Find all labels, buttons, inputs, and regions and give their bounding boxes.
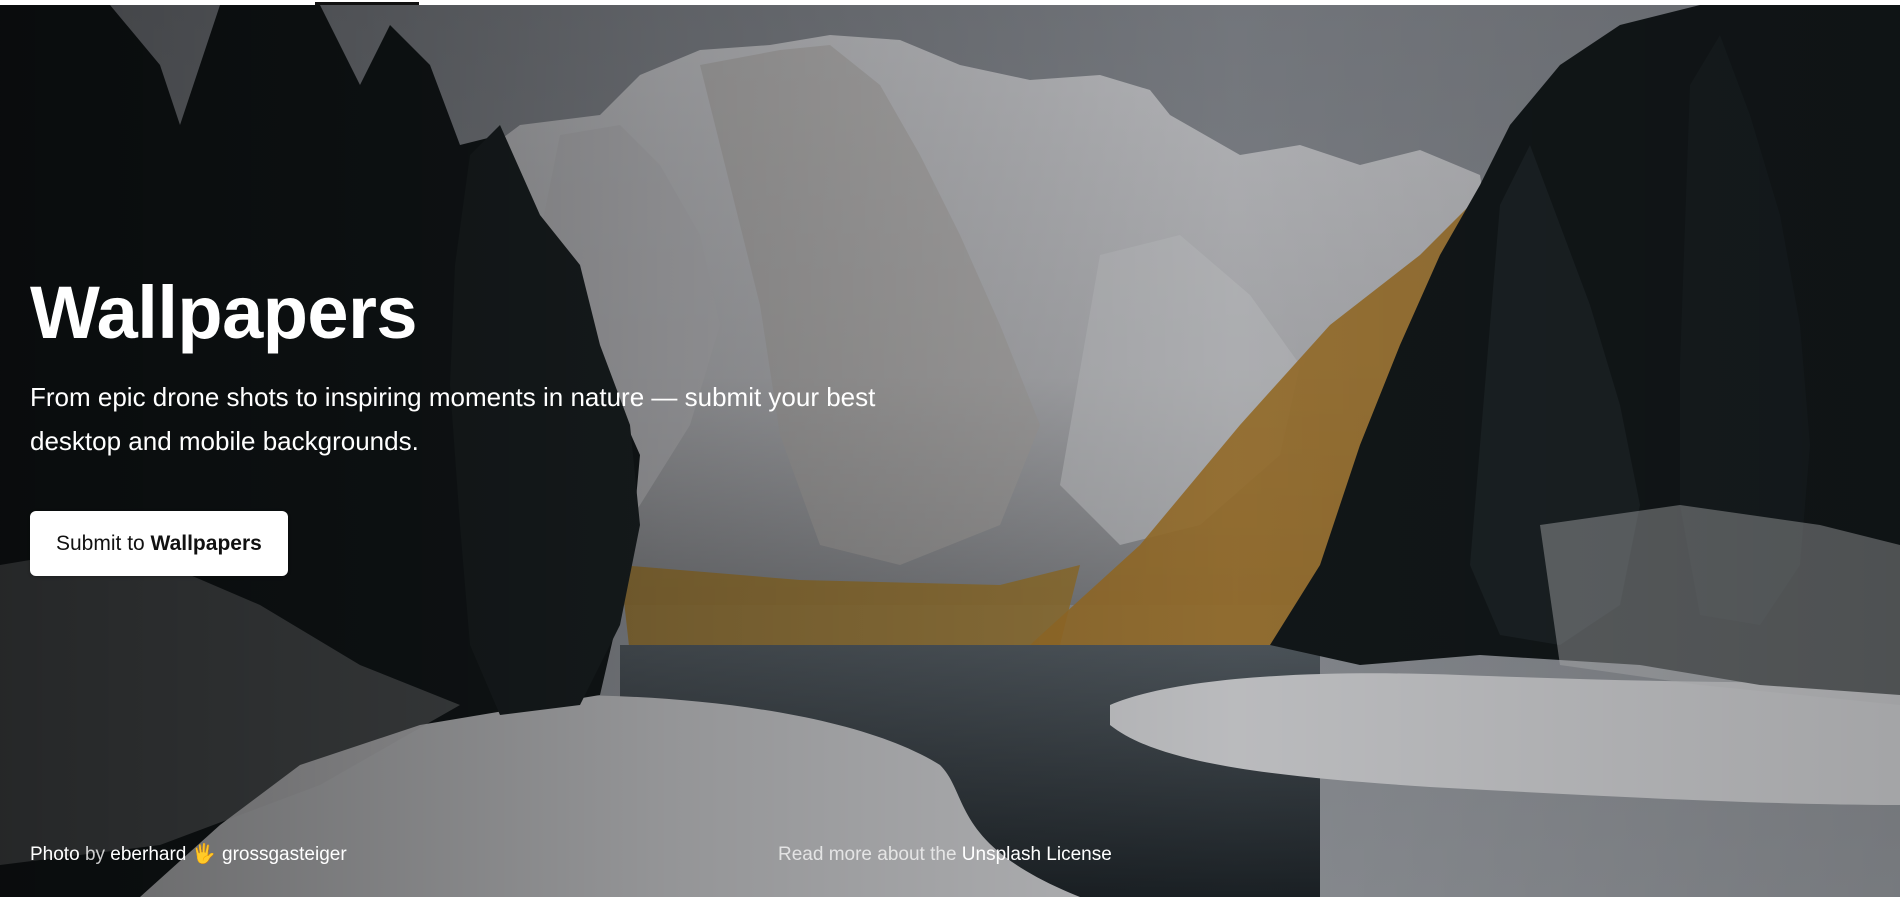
submit-button-prefix: Submit to	[56, 532, 151, 555]
topic-title: Wallpapers	[30, 271, 418, 354]
photographer-last-name: grossgasteiger	[222, 844, 347, 865]
license-prefix: Read more about the	[778, 844, 957, 865]
photographer-link[interactable]: eberhard 🖐 grossgasteiger	[110, 844, 346, 865]
page: Wallpapers From epic drone shots to insp…	[0, 0, 1900, 902]
photo-link[interactable]: Photo	[30, 844, 80, 865]
submit-button-topic: Wallpapers	[150, 532, 262, 555]
unsplash-license-link[interactable]: Unsplash License	[962, 844, 1112, 865]
photo-credit: Photo by eberhard 🖐 grossgasteiger	[30, 843, 347, 867]
topic-hero: Wallpapers From epic drone shots to insp…	[0, 5, 1900, 897]
topic-description-line-2: desktop and mobile backgrounds.	[30, 426, 419, 456]
photographer-first-name: eberhard	[110, 844, 187, 865]
waving-hand-icon: 🖐	[192, 844, 217, 865]
license-note: Read more about the Unsplash License	[778, 843, 1112, 867]
submit-to-topic-button[interactable]: Submit to Wallpapers	[30, 511, 288, 576]
photo-credit-by: by	[84, 844, 106, 865]
topic-description: From epic drone shots to inspiring momen…	[30, 375, 930, 463]
topic-description-line-1: From epic drone shots to inspiring momen…	[30, 382, 876, 412]
